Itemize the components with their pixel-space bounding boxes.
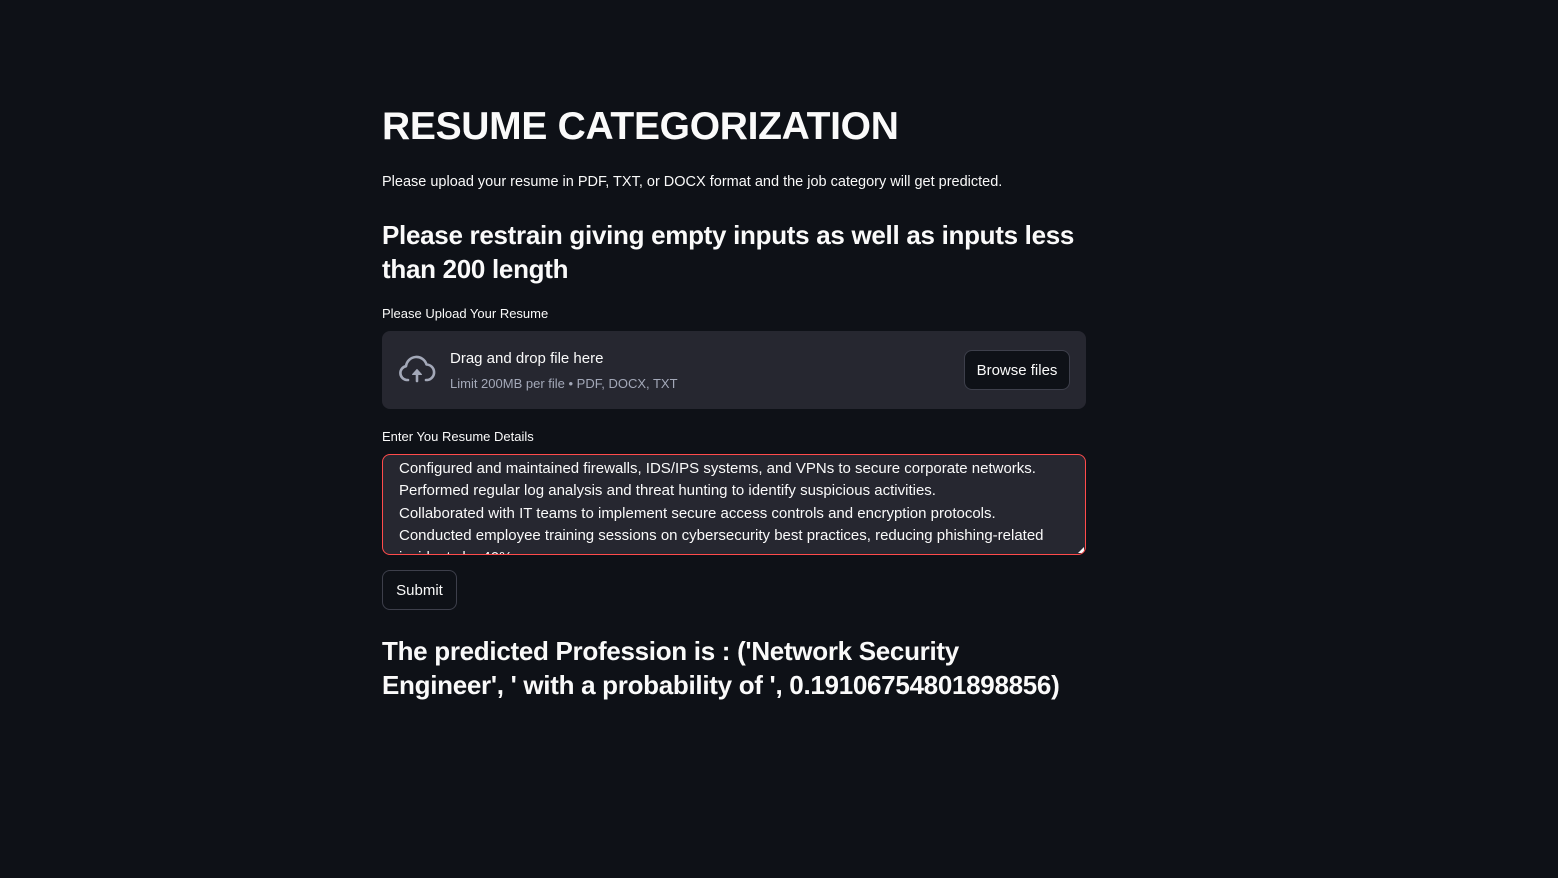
dropzone-limit-text: Limit 200MB per file • PDF, DOCX, TXT <box>450 376 678 391</box>
file-dropzone[interactable]: Drag and drop file here Limit 200MB per … <box>382 331 1086 409</box>
upload-label: Please Upload Your Resume <box>382 306 549 321</box>
resize-handle[interactable] <box>1078 547 1084 553</box>
resume-details-textarea[interactable]: Configured and maintained firewalls, IDS… <box>383 455 1085 554</box>
resume-details-textarea-container[interactable]: Configured and maintained firewalls, IDS… <box>382 454 1086 555</box>
page-subtitle: Please upload your resume in PDF, TXT, o… <box>382 174 1003 190</box>
submit-button[interactable]: Submit <box>382 570 457 610</box>
cloud-upload-icon <box>398 355 436 385</box>
input-warning-heading: Please restrain giving empty inputs as w… <box>382 220 1075 284</box>
browse-files-button[interactable]: Browse files <box>964 350 1070 390</box>
prediction-result: The predicted Profession is : ('Network … <box>382 636 1060 700</box>
page-title: RESUME CATEGORIZATION <box>382 105 899 148</box>
resume-details-label: Enter You Resume Details <box>382 429 534 444</box>
dropzone-title: Drag and drop file here <box>450 350 604 367</box>
